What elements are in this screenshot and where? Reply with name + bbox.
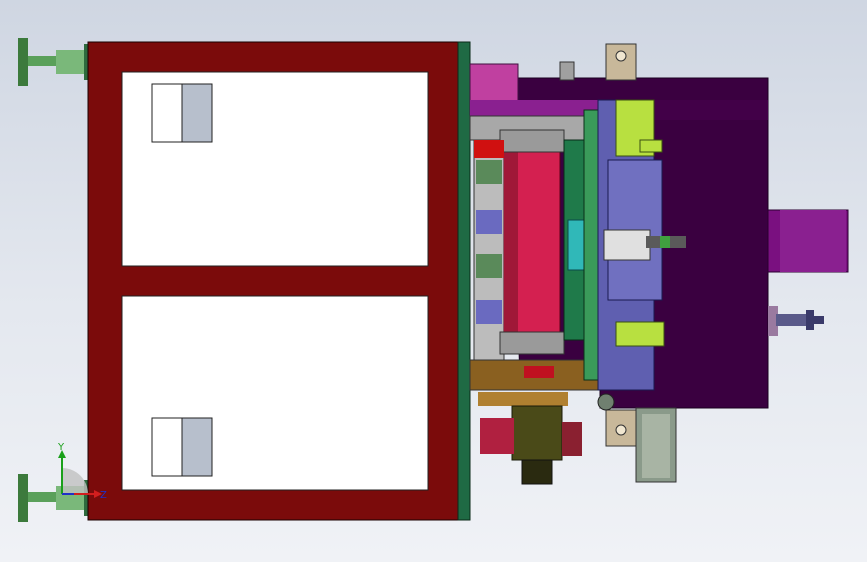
leveling-foot-top[interactable] xyxy=(18,38,92,86)
y-axis-label: Y xyxy=(57,442,65,453)
cad-drawing[interactable]: Y Z xyxy=(0,0,867,562)
lime-block-bottom[interactable] xyxy=(615,321,665,347)
z-axis-label: Z xyxy=(100,490,107,501)
motor[interactable] xyxy=(511,405,563,461)
drive-shaft[interactable] xyxy=(780,210,846,272)
cad-viewport[interactable]: Y Z xyxy=(0,0,867,562)
lower-bracket[interactable] xyxy=(605,407,677,483)
main-frame[interactable] xyxy=(87,41,471,521)
